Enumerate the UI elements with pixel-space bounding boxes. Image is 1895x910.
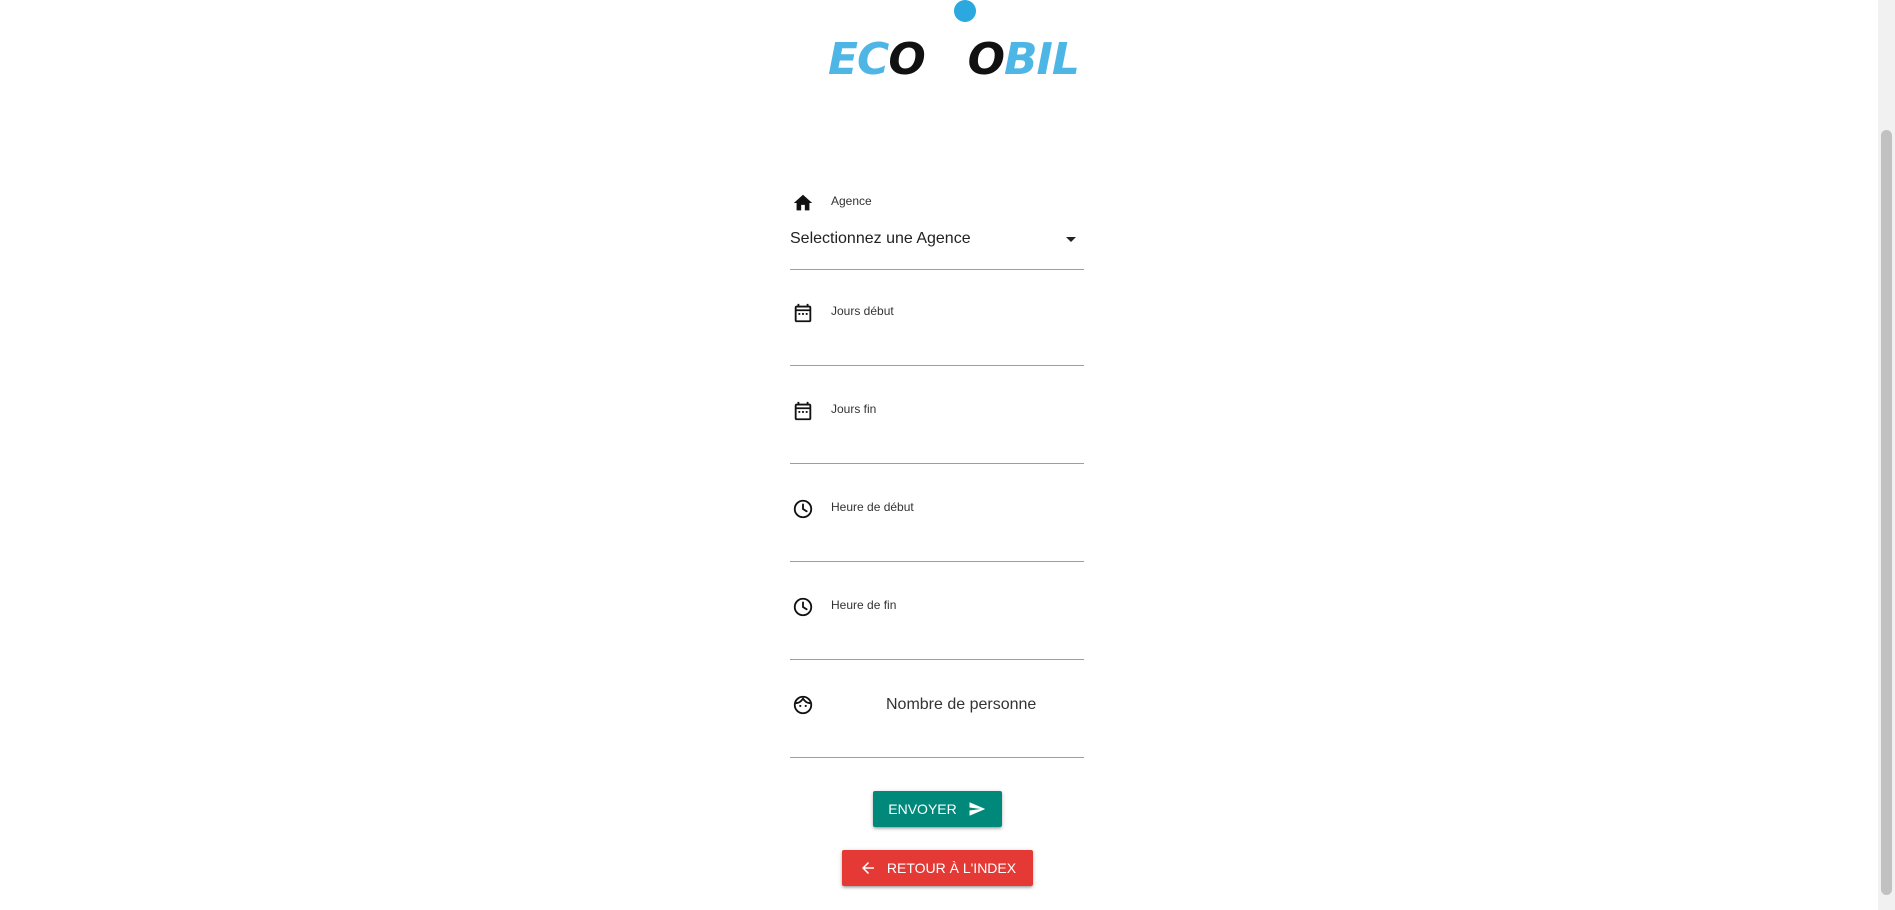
scrollbar-thumb[interactable] xyxy=(1881,130,1892,895)
start-hour-underline xyxy=(790,561,1084,562)
calendar-icon xyxy=(794,401,812,421)
agency-select-value: Selectionnez une Agence xyxy=(790,230,971,247)
logo: ECOMOBIL xyxy=(828,0,1080,86)
agency-label: Agence xyxy=(831,194,872,208)
start-day-field[interactable]: Jours début xyxy=(790,302,1084,372)
people-field[interactable]: Nombre de personne xyxy=(790,694,1084,764)
end-day-label: Jours fin xyxy=(831,402,877,416)
end-hour-label: Heure de fin xyxy=(831,598,897,612)
end-hour-underline xyxy=(790,659,1084,660)
start-day-label: Jours début xyxy=(831,304,894,318)
agency-select[interactable]: Selectionnez une Agence xyxy=(790,230,1084,260)
calendar-icon xyxy=(794,303,812,323)
agency-underline xyxy=(790,269,1084,270)
logo-dot xyxy=(954,0,976,22)
chevron-down-icon xyxy=(1066,237,1076,242)
clock-icon xyxy=(793,597,813,617)
scrollbar[interactable] xyxy=(1878,0,1895,910)
back-button-label: RETOUR À L'INDEX xyxy=(886,860,1017,876)
clock-icon xyxy=(793,499,813,519)
agency-field: Agence Selectionnez une Agence xyxy=(790,190,1084,270)
face-icon xyxy=(793,695,813,715)
people-label: Nombre de personne xyxy=(886,696,1037,713)
send-button-label: ENVOYER xyxy=(888,801,957,817)
arrow-left-icon xyxy=(861,862,874,874)
home-icon xyxy=(793,194,813,211)
send-button[interactable]: ENVOYER xyxy=(873,791,1002,827)
back-to-index-button[interactable]: RETOUR À L'INDEX xyxy=(842,850,1033,886)
start-day-underline xyxy=(790,365,1084,366)
logo-text: ECOMOBIL xyxy=(828,34,1080,85)
end-day-underline xyxy=(790,463,1084,464)
people-underline xyxy=(790,757,1084,758)
end-day-field[interactable]: Jours fin xyxy=(790,400,1084,470)
end-hour-field[interactable]: Heure de fin xyxy=(790,596,1084,666)
start-hour-field[interactable]: Heure de début xyxy=(790,498,1084,568)
start-hour-label: Heure de début xyxy=(831,500,914,514)
send-icon xyxy=(969,802,985,816)
